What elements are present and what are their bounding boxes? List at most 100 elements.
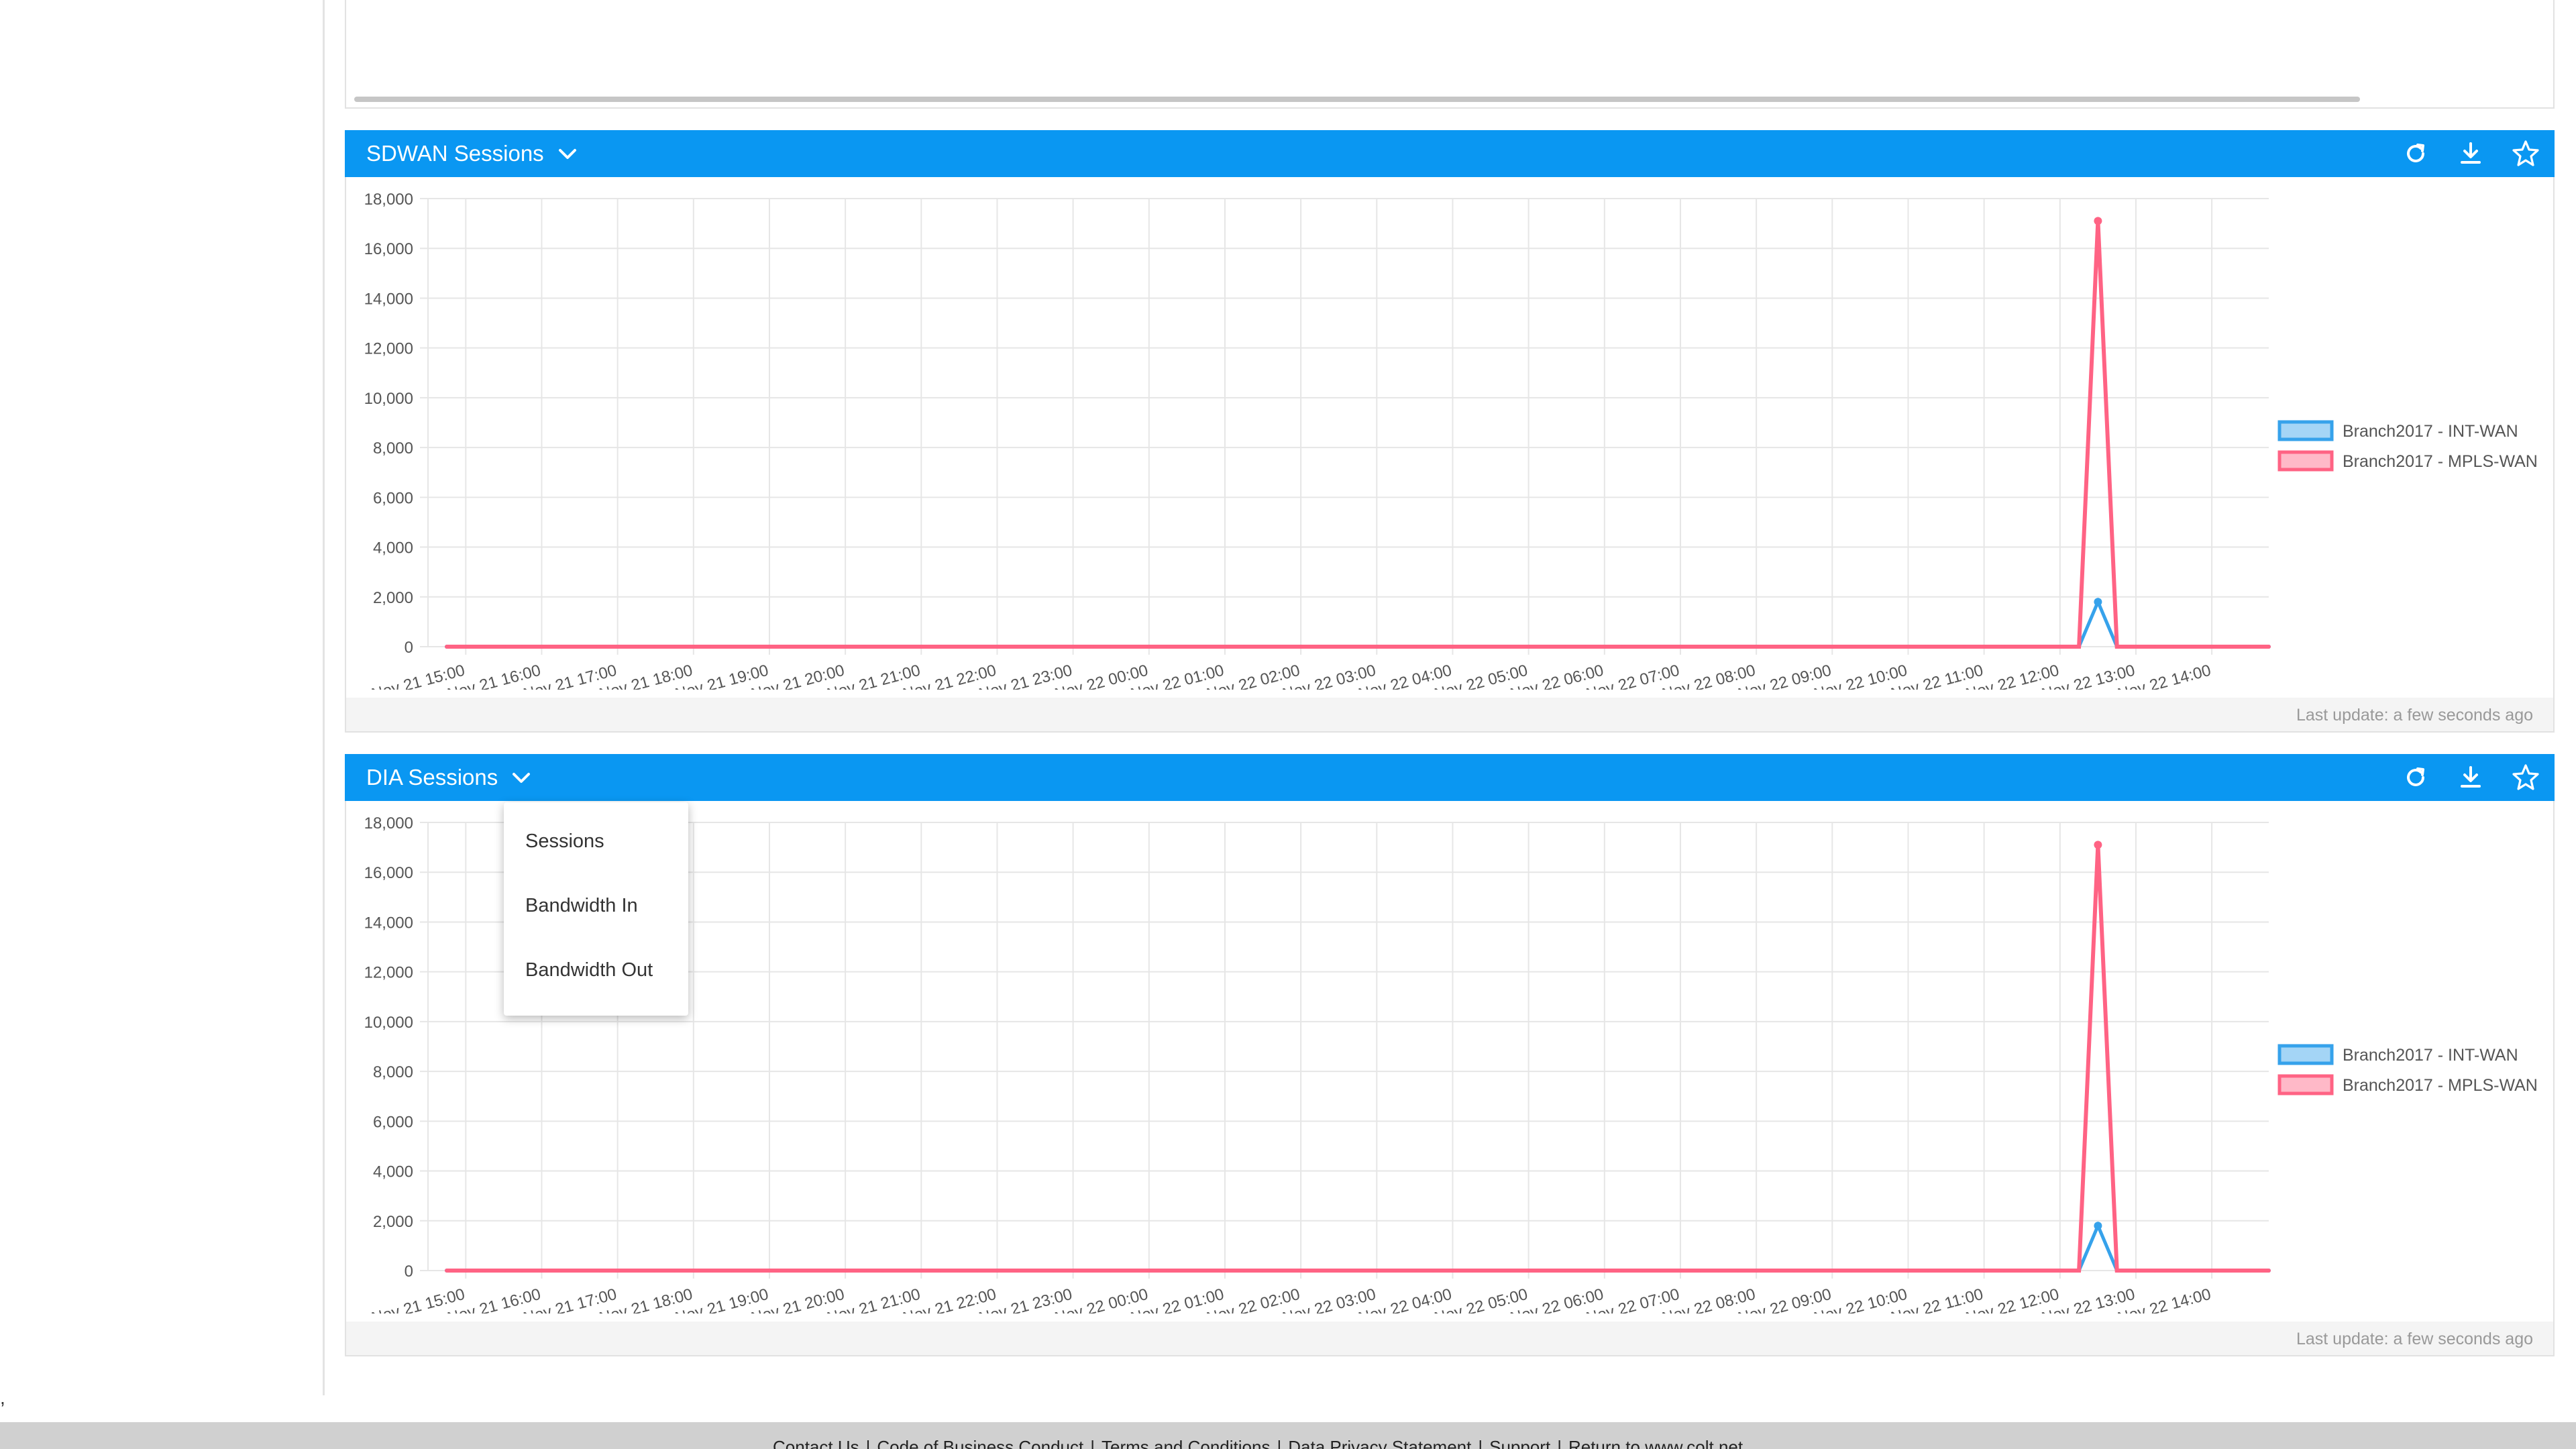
data-point bbox=[1450, 645, 1455, 649]
data-point bbox=[919, 645, 924, 649]
data-point bbox=[539, 645, 544, 649]
data-point bbox=[1621, 645, 1626, 649]
horizontal-scrollbar[interactable] bbox=[354, 97, 2360, 102]
download-icon[interactable] bbox=[2455, 138, 2486, 169]
data-point bbox=[672, 1269, 677, 1273]
widget-title: SDWAN Sessions bbox=[366, 141, 544, 166]
dropdown-item-sessions[interactable]: Sessions bbox=[504, 809, 688, 873]
data-point bbox=[691, 1269, 696, 1273]
y-tick-label: 0 bbox=[405, 639, 413, 657]
data-point bbox=[1944, 1269, 1948, 1273]
y-tick-label: 2,000 bbox=[373, 589, 413, 607]
data-point bbox=[1830, 645, 1835, 649]
data-point bbox=[1185, 1269, 1189, 1273]
data-point bbox=[2134, 645, 2138, 649]
data-point bbox=[1375, 645, 1379, 649]
data-point bbox=[2094, 841, 2102, 849]
y-tick-label: 16,000 bbox=[364, 240, 413, 258]
series-line bbox=[447, 845, 2269, 1273]
data-point bbox=[2267, 1269, 2271, 1273]
data-point bbox=[1640, 645, 1645, 649]
data-point bbox=[634, 645, 639, 649]
data-point bbox=[1279, 1269, 1284, 1273]
data-point bbox=[843, 1269, 848, 1273]
data-point bbox=[1982, 1269, 1986, 1273]
y-tick-label: 0 bbox=[405, 1263, 413, 1281]
y-tick-label: 12,000 bbox=[364, 340, 413, 358]
data-point bbox=[862, 645, 867, 649]
star-icon[interactable] bbox=[2510, 138, 2541, 169]
data-point bbox=[578, 645, 582, 649]
widget-title: DIA Sessions bbox=[366, 765, 498, 790]
footer-link-code-of-conduct[interactable]: Code of Business Conduct bbox=[877, 1437, 1083, 1449]
data-point bbox=[1260, 645, 1265, 649]
data-point bbox=[1887, 645, 1892, 649]
footer-link-contact-us[interactable]: Contact Us bbox=[773, 1437, 859, 1449]
data-point bbox=[2114, 645, 2119, 649]
page-footer: Contact Us | Code of Business Conduct | Term… bbox=[0, 1422, 2576, 1449]
data-point bbox=[615, 645, 620, 649]
legend-swatch bbox=[2277, 420, 2334, 441]
footer-link-privacy[interactable]: Data Privacy Statement bbox=[1288, 1437, 1471, 1449]
data-point bbox=[1602, 1269, 1607, 1273]
data-point bbox=[1564, 1269, 1569, 1273]
dropdown-item-bandwidth-out[interactable]: Bandwidth Out bbox=[504, 938, 688, 1002]
data-point bbox=[482, 1269, 487, 1273]
footer-link-terms[interactable]: Terms and Conditions bbox=[1102, 1437, 1270, 1449]
data-point bbox=[464, 1269, 468, 1273]
data-point bbox=[1849, 1269, 1854, 1273]
last-update-text: Last update: a few seconds ago bbox=[2296, 1330, 2533, 1348]
data-point bbox=[900, 1269, 904, 1273]
download-icon[interactable] bbox=[2455, 762, 2486, 793]
data-point bbox=[1963, 1269, 1968, 1273]
widget-title-dropdown[interactable]: DIA Sessions bbox=[366, 754, 533, 801]
legend-label: Branch2017 - MPLS-WAN bbox=[2343, 1076, 2538, 1095]
y-tick-label: 8,000 bbox=[373, 1063, 413, 1081]
data-point bbox=[1432, 1269, 1436, 1273]
data-point bbox=[1071, 645, 1075, 649]
data-point bbox=[1811, 1269, 1815, 1273]
star-icon[interactable] bbox=[2510, 762, 2541, 793]
y-tick-label: 18,000 bbox=[364, 814, 413, 833]
series-line bbox=[447, 597, 2269, 649]
data-point bbox=[1166, 1269, 1171, 1273]
data-point bbox=[1640, 1269, 1645, 1273]
refresh-icon[interactable] bbox=[2400, 762, 2431, 793]
last-update-text: Last update: a few seconds ago bbox=[2296, 706, 2533, 724]
data-point bbox=[1526, 1269, 1531, 1273]
chevron-down-icon bbox=[556, 142, 579, 165]
data-point bbox=[1052, 645, 1057, 649]
refresh-icon[interactable] bbox=[2400, 138, 2431, 169]
data-point bbox=[729, 645, 734, 649]
data-point bbox=[521, 645, 525, 649]
data-point bbox=[805, 1269, 810, 1273]
data-point bbox=[2153, 1269, 2157, 1273]
data-point bbox=[1109, 1269, 1114, 1273]
data-point bbox=[2190, 645, 2195, 649]
data-point bbox=[1299, 1269, 1303, 1273]
data-point bbox=[1318, 1269, 1322, 1273]
data-point bbox=[2229, 645, 2233, 649]
data-point bbox=[2077, 1269, 2082, 1273]
data-point bbox=[1071, 1269, 1075, 1273]
widget-title-dropdown[interactable]: SDWAN Sessions bbox=[366, 130, 579, 177]
data-point bbox=[1336, 645, 1341, 649]
legend-swatch bbox=[2277, 450, 2334, 472]
data-point bbox=[1564, 645, 1569, 649]
data-point bbox=[1242, 1269, 1246, 1273]
footer-link-return-colt[interactable]: Return to www.colt.net bbox=[1568, 1437, 1743, 1449]
data-point bbox=[521, 1269, 525, 1273]
data-point bbox=[1602, 645, 1607, 649]
data-point bbox=[1754, 645, 1759, 649]
data-point bbox=[843, 645, 848, 649]
data-point bbox=[539, 1269, 544, 1273]
data-point bbox=[1185, 645, 1189, 649]
data-point bbox=[805, 645, 810, 649]
dropdown-item-bandwidth-in[interactable]: Bandwidth In bbox=[504, 873, 688, 938]
data-point bbox=[710, 1269, 715, 1273]
data-point bbox=[1089, 645, 1094, 649]
sdwan-sessions-widget: SDWAN Sessions 0 2,000 4,000 6,000 8,000 10,0… bbox=[345, 130, 2555, 733]
footer-link-support[interactable]: Support bbox=[1489, 1437, 1550, 1449]
data-point bbox=[1697, 645, 1702, 649]
data-point bbox=[1887, 1269, 1892, 1273]
